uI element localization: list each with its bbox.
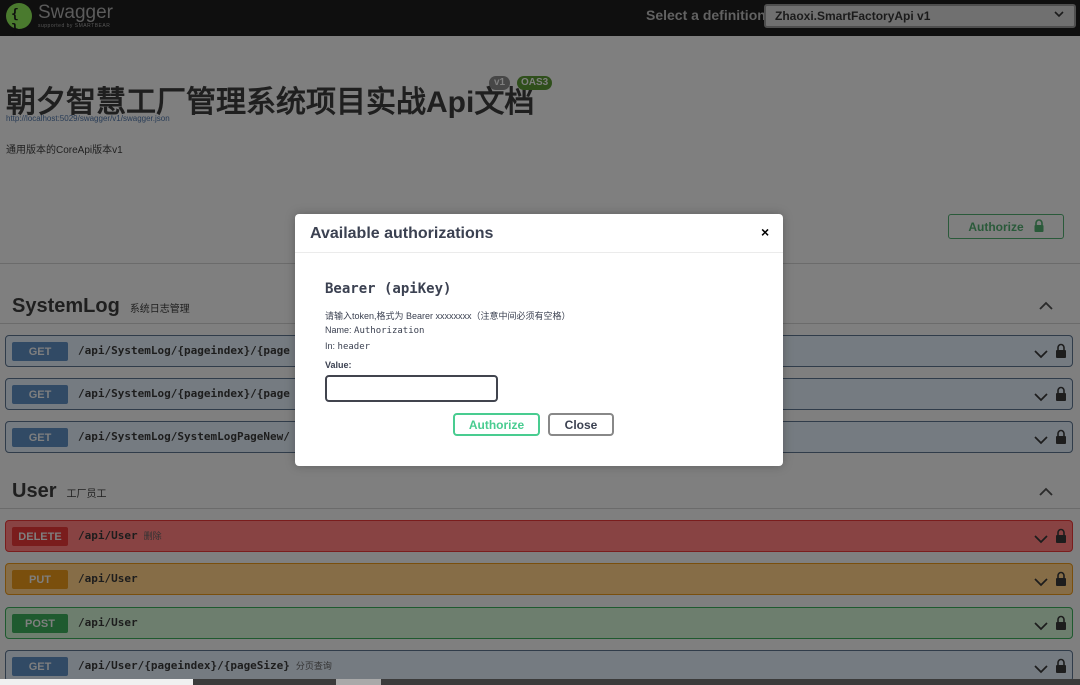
operation-path: /api/User 删除 bbox=[78, 529, 162, 542]
operation-path: /api/User bbox=[78, 572, 138, 585]
chevron-down-icon[interactable] bbox=[1034, 661, 1048, 674]
swagger-logo-icon bbox=[6, 3, 32, 37]
method-badge: GET bbox=[12, 428, 68, 447]
modal-authorize-button[interactable]: Authorize bbox=[453, 413, 540, 436]
lock-icon[interactable] bbox=[1055, 571, 1067, 586]
group-header-systemlog[interactable]: SystemLog 系统日志管理 bbox=[12, 295, 190, 318]
chevron-up-icon[interactable] bbox=[1038, 298, 1054, 310]
operation-path: /api/SystemLog/SystemLogPageNew/ bbox=[78, 430, 290, 443]
scheme-description: 请输入token,格式为 Bearer xxxxxxxx（注意中间必须有空格） bbox=[325, 311, 571, 321]
operation-path: /api/SystemLog/{pageindex}/{page bbox=[78, 387, 290, 400]
group-description: 系统日志管理 bbox=[129, 304, 190, 315]
operation-row[interactable]: GET /api/User/{pageindex}/{pageSize} 分页查询 bbox=[5, 650, 1073, 682]
lock-icon[interactable] bbox=[1055, 386, 1067, 401]
authorization-modal: Available authorizations × Bearer (apiKe… bbox=[295, 214, 783, 466]
chevron-down-icon[interactable] bbox=[1034, 389, 1048, 402]
operation-row[interactable]: PUT /api/User bbox=[5, 563, 1073, 595]
logo-name: Swagger bbox=[38, 2, 113, 23]
swagger-logo[interactable]: Swagger supported by SMARTBEAR bbox=[6, 2, 113, 37]
lock-icon[interactable] bbox=[1055, 658, 1067, 673]
method-badge: DELETE bbox=[12, 527, 68, 546]
modal-header: Available authorizations × bbox=[295, 214, 783, 253]
group-divider bbox=[0, 508, 1080, 509]
authorize-button-label: Authorize bbox=[968, 219, 1024, 234]
operation-row[interactable]: DELETE /api/User 删除 bbox=[5, 520, 1073, 552]
method-badge: GET bbox=[12, 385, 68, 404]
chevron-down-icon[interactable] bbox=[1034, 531, 1048, 544]
api-description: 通用版本的CoreApi版本v1 bbox=[6, 145, 123, 156]
select-definition-label: Select a definition bbox=[646, 7, 766, 23]
definition-select-value: Zhaoxi.SmartFactoryApi v1 bbox=[775, 9, 931, 23]
scheme-name: Name: Authorization bbox=[325, 325, 425, 336]
top-bar: Swagger supported by SMARTBEAR Select a … bbox=[0, 0, 1080, 37]
operation-row[interactable]: POST /api/User bbox=[5, 607, 1073, 639]
operation-path: /api/SystemLog/{pageindex}/{page bbox=[78, 344, 290, 357]
scrollbar-thumb[interactable] bbox=[336, 679, 381, 685]
chevron-down-icon[interactable] bbox=[1034, 574, 1048, 587]
lock-icon bbox=[1034, 218, 1044, 235]
spec-url-link[interactable]: http://localhost:5029/swagger/v1/swagger… bbox=[6, 114, 170, 123]
lock-icon[interactable] bbox=[1055, 528, 1067, 543]
group-name: SystemLog bbox=[12, 295, 120, 317]
token-value-input[interactable] bbox=[325, 375, 498, 402]
method-badge: POST bbox=[12, 614, 68, 633]
scheme-in: In: header bbox=[325, 341, 371, 352]
group-description: 工厂员工 bbox=[66, 489, 107, 500]
group-header-user[interactable]: User 工厂员工 bbox=[12, 480, 106, 503]
method-badge: GET bbox=[12, 657, 68, 676]
lock-icon[interactable] bbox=[1055, 615, 1067, 630]
version-badge: v1 bbox=[489, 76, 511, 90]
oas-badge: OAS3 bbox=[517, 76, 553, 90]
chevron-down-icon bbox=[1054, 10, 1064, 21]
logo-subtitle: supported by SMARTBEAR bbox=[38, 23, 111, 29]
method-badge: GET bbox=[12, 342, 68, 361]
chevron-down-icon[interactable] bbox=[1034, 432, 1048, 445]
scheme-title: Bearer (apiKey) bbox=[325, 281, 452, 297]
authorize-button[interactable]: Authorize bbox=[948, 214, 1064, 239]
method-badge: PUT bbox=[12, 570, 68, 589]
modal-title: Available authorizations bbox=[310, 225, 494, 242]
operation-path: /api/User bbox=[78, 616, 138, 629]
modal-close-button[interactable]: Close bbox=[548, 413, 614, 436]
chevron-down-icon[interactable] bbox=[1034, 618, 1048, 631]
chevron-down-icon[interactable] bbox=[1034, 346, 1048, 359]
group-name: User bbox=[12, 480, 57, 502]
lock-icon[interactable] bbox=[1055, 429, 1067, 444]
status-strip bbox=[0, 679, 193, 685]
lock-icon[interactable] bbox=[1055, 343, 1067, 358]
close-icon[interactable]: × bbox=[761, 224, 769, 240]
definition-select[interactable]: Zhaoxi.SmartFactoryApi v1 bbox=[764, 4, 1076, 28]
value-label: Value: bbox=[325, 360, 352, 370]
chevron-up-icon[interactable] bbox=[1038, 484, 1054, 496]
operation-path: /api/User/{pageindex}/{pageSize} 分页查询 bbox=[78, 659, 332, 672]
horizontal-scrollbar[interactable] bbox=[193, 679, 1080, 685]
